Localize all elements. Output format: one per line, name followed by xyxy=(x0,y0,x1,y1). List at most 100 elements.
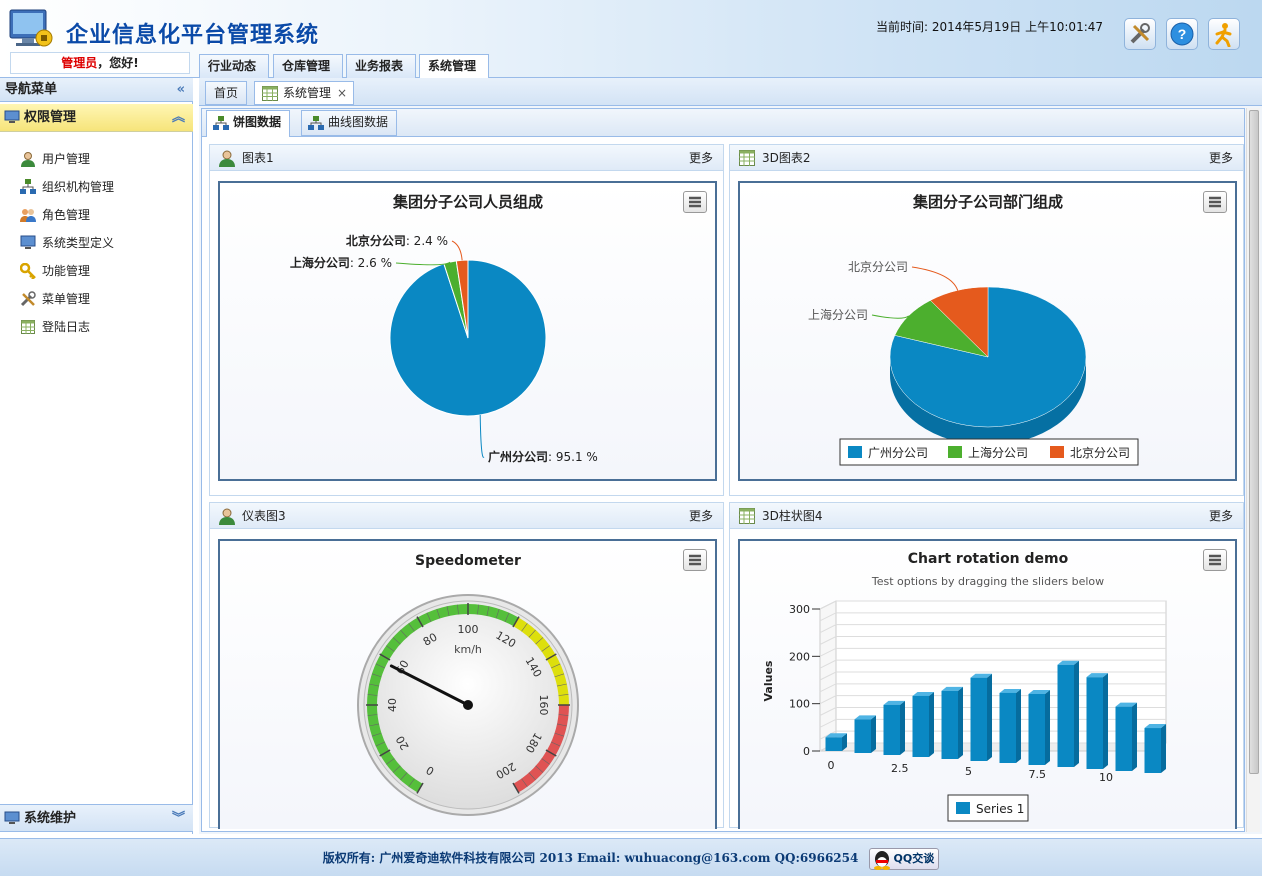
panel-chart1-header: 图表1 更多 xyxy=(210,145,723,171)
chart4-bar xyxy=(825,737,842,751)
chart4-title: Chart rotation demo xyxy=(908,551,1069,567)
chart3-tick-label: 160 xyxy=(537,695,550,716)
footer: 版权所有: 广州爱奇迪软件科技有限公司 2013 Email: wuhuacon… xyxy=(0,838,1262,876)
chart4-ylabel: Values xyxy=(762,660,775,701)
panel-chart2-title: 3D图表2 xyxy=(762,151,811,165)
menu-icon xyxy=(689,196,701,208)
panel-chart4-header: 3D柱状图4 更多 xyxy=(730,503,1243,529)
chart4-bar xyxy=(999,692,1016,763)
chart1-data-label: 广州分公司: 95.1 % xyxy=(488,449,598,464)
sub-tab-curve[interactable]: 曲线图数据 xyxy=(301,110,398,136)
chart4-bar xyxy=(1144,728,1161,773)
chart4-bar-side xyxy=(900,700,905,755)
chart2-menu-button[interactable] xyxy=(1203,191,1227,213)
chart1-label-pct: : 95.1 % xyxy=(548,450,598,464)
sidebar-item-5[interactable]: 菜单管理 xyxy=(20,288,90,310)
menu-icon xyxy=(1209,554,1221,566)
key-icon xyxy=(20,263,36,279)
scrollbar[interactable] xyxy=(1246,108,1260,832)
chart4-xtick-label: 7.5 xyxy=(1029,768,1047,781)
accordion-permission[interactable]: 权限管理 ︽ xyxy=(0,104,193,132)
sidebar-item-6[interactable]: 登陆日志 xyxy=(20,316,90,338)
greeting-text: ，您好! xyxy=(97,56,139,70)
chart1-label-name: 上海分公司 xyxy=(290,255,350,270)
log-icon xyxy=(21,320,35,334)
qq-chat-button[interactable]: QQ交谈 xyxy=(868,847,940,870)
user-icon xyxy=(219,150,235,167)
chart4-subtitle: Test options by dragging the sliders bel… xyxy=(871,575,1104,588)
logout-button[interactable] xyxy=(1208,18,1240,50)
chart4-legend-swatch xyxy=(956,802,970,814)
chart1-label-name: 广州分公司 xyxy=(488,449,548,464)
user-icon xyxy=(219,508,235,525)
accordion-maintenance[interactable]: 系统维护 ︾ xyxy=(0,804,193,832)
chart2-legend-label: 上海分公司 xyxy=(968,445,1028,460)
top-tab-warehouse[interactable]: 仓库管理 xyxy=(273,54,343,78)
sidebar-item-4[interactable]: 功能管理 xyxy=(20,260,90,282)
chevron-up-icon[interactable]: ︽ xyxy=(172,104,185,131)
chart2-legend-label: 广州分公司 xyxy=(868,446,928,460)
chart2-svg: 集团分子公司部门组成上海分公司北京分公司广州分公司 上海分公司 北京分公司 xyxy=(808,193,1139,466)
chart1-connector xyxy=(451,240,463,261)
chart2-legend-swatch xyxy=(948,446,962,458)
tools-button[interactable] xyxy=(1124,18,1156,50)
sub-tab-pie-label: 饼图数据 xyxy=(233,115,282,129)
chart4-xtick-label: 2.5 xyxy=(891,762,909,775)
panel-chart3-more-link[interactable]: 更多 xyxy=(689,503,713,529)
svg-text:?: ? xyxy=(1178,26,1187,42)
page-tab-system[interactable]: 系统管理 × xyxy=(254,81,355,105)
chart4-bar-side xyxy=(958,686,963,759)
chart1-menu-button[interactable] xyxy=(683,191,707,213)
sidebar-item-label: 用户管理 xyxy=(42,152,91,166)
sidebar-item-3[interactable]: 系统类型定义 xyxy=(20,232,114,254)
page-tab-system-label: 系统管理 xyxy=(283,86,332,100)
chart4-bar-side xyxy=(987,673,992,761)
chart4-bar xyxy=(1115,706,1132,771)
panel-chart2-more-link[interactable]: 更多 xyxy=(1209,145,1233,171)
header: 企业信息化平台管理系统 管理员，您好! 当前时间: 2014年5月19日 上午1… xyxy=(0,0,1262,78)
main-area: 首页 系统管理 × 饼图数据 曲线图数据 图表1 更多 集团分子公司人员组成 广州… xyxy=(199,78,1262,834)
panel-chart2-header: 3D图表2 更多 xyxy=(730,145,1243,171)
chart2-connector xyxy=(911,266,959,291)
chart4-bar xyxy=(1086,677,1103,769)
chart4-bar xyxy=(854,719,871,753)
org-icon xyxy=(20,179,36,194)
chart4-ytick-label: 100 xyxy=(789,698,810,711)
chart4-menu-button[interactable] xyxy=(1203,549,1227,571)
chart1-svg: 集团分子公司人员组成广州分公司: 95.1 % 上海分公司: 2.6 % 北京分公司… xyxy=(290,193,598,464)
logout-icon xyxy=(1215,23,1232,47)
sub-tab-pie[interactable]: 饼图数据 xyxy=(206,110,291,137)
sidebar-item-2[interactable]: 角色管理 xyxy=(20,204,90,226)
panel-chart1-more-link[interactable]: 更多 xyxy=(689,145,713,171)
top-tab-industry[interactable]: 行业动态 xyxy=(199,54,269,78)
chart4-bar xyxy=(970,677,987,761)
panel-chart4-more-link[interactable]: 更多 xyxy=(1209,503,1233,529)
chart1-label-name: 北京分公司 xyxy=(346,233,406,248)
top-tab-system[interactable]: 系统管理 xyxy=(419,54,489,78)
chart4-ytick-label: 200 xyxy=(789,650,810,663)
monitor-icon xyxy=(4,110,20,123)
chart2-legend-swatch xyxy=(1050,446,1064,458)
page-tab-home[interactable]: 首页 xyxy=(205,81,248,105)
chart4-bar xyxy=(883,704,900,755)
collapse-icon[interactable]: « xyxy=(177,78,185,102)
chart3-menu-button[interactable] xyxy=(683,549,707,571)
scrollbar-thumb[interactable] xyxy=(1249,110,1259,774)
chart4-bar xyxy=(1057,664,1074,767)
sidebar-item-label: 组织机构管理 xyxy=(42,180,115,194)
panel-chart2: 3D图表2 更多 集团分子公司部门组成 上海分公司 北京分公司 广州分公司 上海分公司北… xyxy=(729,144,1244,496)
footer-copyright: 版权所有: 广州爱奇迪软件科技有限公司 2013 Email: wuhuacon… xyxy=(322,851,859,865)
help-button[interactable]: ? xyxy=(1166,18,1198,50)
table-icon xyxy=(739,150,755,166)
chart2-connector xyxy=(871,314,910,319)
chart4-ytick-label: 0 xyxy=(803,745,810,758)
close-icon[interactable]: × xyxy=(337,82,347,104)
sidebar-item-0[interactable]: 用户管理 xyxy=(20,148,90,170)
top-tab-reports[interactable]: 业务报表 xyxy=(346,54,416,78)
app-title: 企业信息化平台管理系统 xyxy=(66,22,320,48)
sidebar-item-1[interactable]: 组织机构管理 xyxy=(20,176,114,198)
chart4-bar xyxy=(941,690,958,759)
chart2-data-label: 北京分公司 xyxy=(848,260,908,274)
user-role: 管理员 xyxy=(61,56,98,70)
chevron-down-icon[interactable]: ︾ xyxy=(172,805,185,832)
